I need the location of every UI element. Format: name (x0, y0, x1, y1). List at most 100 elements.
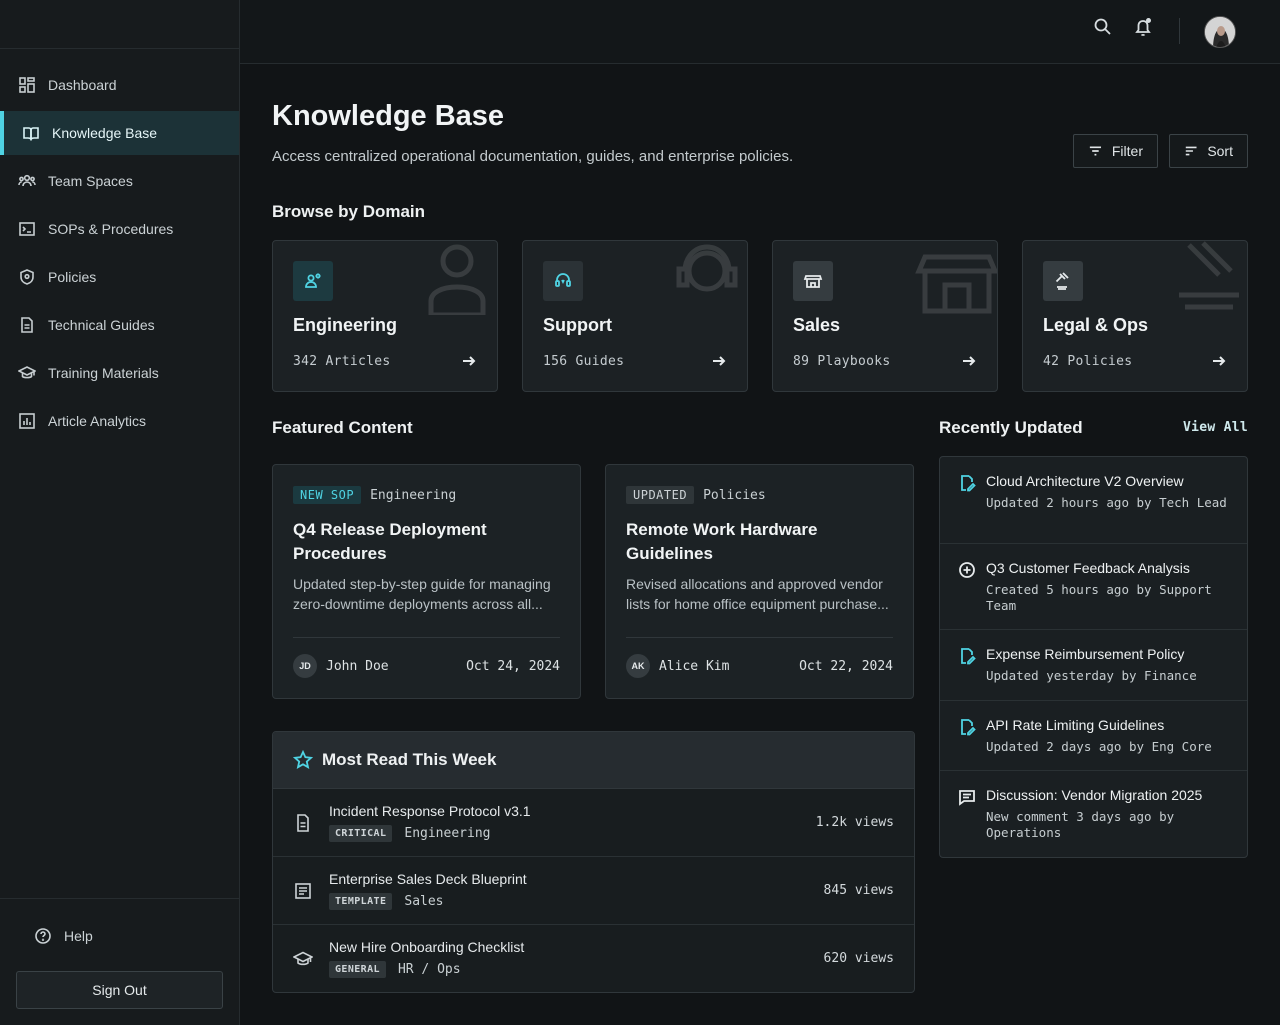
sidebar-brand (0, 0, 239, 49)
card-divider (293, 637, 560, 638)
domain-card-sales[interactable]: Sales 89 Playbooks (772, 240, 998, 392)
book-icon (22, 124, 40, 142)
list-item[interactable]: Discussion: Vendor Migration 2025 New co… (940, 771, 1247, 857)
recent-subtitle: Created 5 hours ago by Support Team (986, 582, 1212, 613)
document-icon (293, 813, 313, 833)
recently-updated-panel: Cloud Architecture V2 Overview Updated 2… (939, 456, 1248, 858)
edit-document-icon (958, 474, 976, 492)
sidebar-item-team-spaces[interactable]: Team Spaces (0, 159, 239, 203)
domain-card-engineering[interactable]: Engineering 342 Articles (272, 240, 498, 392)
sidebar-item-knowledge-base[interactable]: Knowledge Base (0, 111, 239, 155)
engineer-illustration-icon (409, 241, 497, 318)
list-item[interactable]: Q3 Customer Feedback Analysis Created 5 … (940, 544, 1247, 630)
featured-card[interactable]: NEW SOP Engineering Q4 Release Deploymen… (272, 464, 581, 699)
sidebar-item-label: Technical Guides (48, 317, 155, 333)
recent-title: API Rate Limiting Guidelines (986, 717, 1165, 733)
arrow-right-icon (461, 353, 477, 369)
analytics-icon (18, 412, 36, 430)
sort-button[interactable]: Sort (1169, 134, 1248, 168)
sort-icon (1185, 146, 1197, 156)
gavel-icon (1043, 261, 1083, 301)
edit-document-icon (958, 647, 976, 665)
most-read-panel: Most Read This Week Incident Response Pr… (272, 731, 915, 993)
view-all-link[interactable]: View All (1183, 420, 1248, 435)
author-initials: AK (626, 654, 650, 678)
sidebar-item-label: Knowledge Base (52, 125, 158, 141)
notification-bell-icon[interactable] (1132, 16, 1154, 38)
author-name: John Doe (326, 658, 389, 674)
article-tag: TEMPLATE (329, 893, 393, 910)
sidebar-item-sops[interactable]: SOPs & Procedures (0, 207, 239, 251)
edit-document-icon (958, 718, 976, 736)
sidebar-item-training-materials[interactable]: Training Materials (0, 351, 239, 395)
article-views: 1.2k views (815, 815, 894, 830)
domain-count: 342 Articles (293, 354, 391, 369)
domain-name: Support (543, 315, 612, 335)
storefront-illustration-icon (909, 241, 997, 315)
gavel-illustration-icon (1159, 241, 1247, 315)
article-title: New Hire Onboarding Checklist (329, 939, 525, 955)
list-document-icon (293, 881, 313, 901)
help-label: Help (64, 928, 93, 944)
article-tag: GENERAL (329, 961, 386, 978)
domain-card-legal-ops[interactable]: Legal & Ops 42 Policies (1022, 240, 1248, 392)
featured-date: Oct 24, 2024 (466, 659, 560, 674)
graduation-cap-icon (18, 364, 36, 382)
featured-category: Engineering (370, 487, 457, 503)
filter-button[interactable]: Filter (1073, 134, 1158, 168)
support-agent-illustration-icon (659, 241, 747, 315)
sidebar-item-label: Team Spaces (48, 173, 133, 189)
article-views: 845 views (823, 883, 894, 898)
avatar[interactable] (1204, 16, 1236, 48)
sidebar-item-label: Training Materials (48, 365, 159, 381)
sign-out-button[interactable]: Sign Out (16, 971, 223, 1009)
featured-description: Revised allocations and approved vendor … (626, 576, 889, 612)
sidebar-item-label: Dashboard (48, 77, 117, 93)
featured-badge: NEW SOP (293, 486, 362, 504)
document-icon (18, 316, 36, 334)
star-icon (293, 750, 313, 769)
recently-updated-title: Recently Updated (939, 418, 1083, 437)
article-title: Incident Response Protocol v3.1 (329, 803, 531, 819)
recent-subtitle: Updated yesterday by Finance (986, 668, 1197, 683)
dashboard-icon (18, 76, 36, 94)
sidebar-item-article-analytics[interactable]: Article Analytics (0, 399, 239, 443)
featured-date: Oct 22, 2024 (799, 659, 893, 674)
graduation-cap-icon (292, 949, 314, 969)
domain-name: Engineering (293, 315, 398, 335)
featured-author: AK Alice Kim (626, 654, 729, 678)
list-item[interactable]: Enterprise Sales Deck Blueprint TEMPLATE… (273, 857, 914, 925)
sidebar-item-technical-guides[interactable]: Technical Guides (0, 303, 239, 347)
filter-label: Filter (1111, 143, 1143, 159)
list-item[interactable]: Cloud Architecture V2 Overview Updated 2… (940, 457, 1247, 544)
list-item[interactable]: Incident Response Protocol v3.1 CRITICAL… (273, 789, 914, 857)
topbar-divider (1179, 18, 1180, 44)
storefront-icon (793, 261, 833, 301)
featured-title: Remote Work Hardware Guidelines (626, 520, 818, 563)
list-item[interactable]: Expense Reimbursement Policy Updated yes… (940, 630, 1247, 701)
recent-subtitle: Updated 2 hours ago by Tech Lead (986, 495, 1227, 510)
list-item[interactable]: New Hire Onboarding Checklist GENERAL HR… (273, 925, 914, 992)
domain-count: 156 Guides (543, 354, 625, 369)
help-link[interactable]: Help (34, 927, 93, 945)
article-category: Engineering (404, 826, 491, 841)
domain-count: 89 Playbooks (793, 354, 891, 369)
domain-card-support[interactable]: Support 156 Guides (522, 240, 748, 392)
search-icon[interactable] (1092, 16, 1114, 38)
featured-description: Updated step-by-step guide for managing … (293, 576, 551, 612)
help-icon (35, 928, 51, 944)
recent-title: Q3 Customer Feedback Analysis (986, 560, 1190, 576)
sidebar-nav: Dashboard Knowledge Base Team Spaces SOP… (0, 49, 239, 443)
recent-title: Cloud Architecture V2 Overview (986, 473, 1184, 489)
article-tag: CRITICAL (329, 825, 393, 842)
list-item[interactable]: API Rate Limiting Guidelines Updated 2 d… (940, 701, 1247, 771)
featured-content-title: Featured Content (272, 418, 413, 437)
sidebar-footer: Help Sign Out (0, 898, 239, 1025)
arrow-right-icon (711, 353, 727, 369)
sidebar-item-policies[interactable]: Policies (0, 255, 239, 299)
sort-label: Sort (1207, 143, 1233, 159)
featured-card[interactable]: UPDATED Policies Remote Work Hardware Gu… (605, 464, 914, 699)
sidebar-item-label: SOPs & Procedures (48, 221, 174, 237)
article-category: HR / Ops (397, 962, 461, 977)
sidebar-item-dashboard[interactable]: Dashboard (0, 63, 239, 107)
